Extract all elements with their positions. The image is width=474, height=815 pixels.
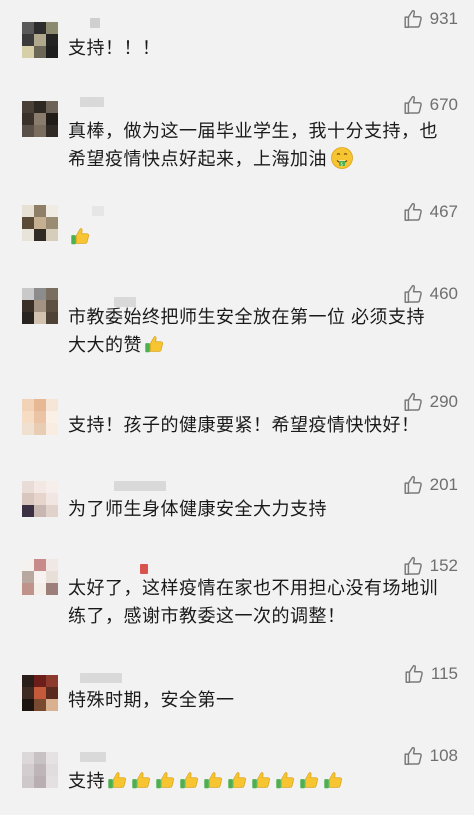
thumbs-up-emoji-icon xyxy=(322,769,344,791)
comment-text-content: 为了师生身体健康安全大力支持 xyxy=(68,499,327,519)
avatar[interactable] xyxy=(22,675,58,711)
thumbs-up-outline-icon xyxy=(402,745,424,767)
thumbs-up-emoji-icon xyxy=(154,769,176,791)
thumbs-up-emoji-icon xyxy=(226,769,248,791)
nickname-blurred[interactable] xyxy=(140,564,148,574)
avatar[interactable] xyxy=(22,22,58,58)
comment-text: 为了师生身体健康安全大力支持 xyxy=(68,495,440,523)
avatar[interactable] xyxy=(22,481,58,517)
comment-text-content: 市教委始终把师生安全放在第一位 必须支持大大的赞 xyxy=(68,307,425,355)
like-count: 670 xyxy=(429,95,458,114)
thumbs-up-emoji-icon xyxy=(178,769,200,791)
nickname-blurred[interactable] xyxy=(80,752,106,762)
like-button[interactable]: 201 xyxy=(402,474,458,496)
comment-text-content: 支持！孩子的健康要紧！希望疫情快快好！ xyxy=(68,415,420,435)
comment-text-content: 支持！！！ xyxy=(68,38,161,58)
thumbs-up-emoji-row xyxy=(105,771,345,791)
nickname-blurred[interactable] xyxy=(80,673,122,683)
thumbs-up-emoji-icon xyxy=(130,769,152,791)
nickname-blurred[interactable] xyxy=(92,206,104,216)
comment-text: 太好了，这样疫情在家也不用担心没有场地训练了，感谢市教委这一次的调整！ xyxy=(68,574,440,630)
avatar[interactable] xyxy=(22,101,58,137)
like-count: 115 xyxy=(430,664,458,683)
like-count: 201 xyxy=(429,475,458,494)
like-count: 467 xyxy=(429,202,458,221)
like-button[interactable]: 931 xyxy=(402,8,458,30)
thumbs-up-emoji-row xyxy=(142,335,166,355)
nickname-blurred[interactable] xyxy=(90,18,100,28)
avatar[interactable] xyxy=(22,559,58,595)
thumbs-up-outline-icon xyxy=(403,663,425,685)
comment-text-content: 真棒，做为这一届毕业学生，我十分支持，也希望疫情快点好起来，上海加油 xyxy=(68,121,438,169)
comment-text: 真棒，做为这一届毕业学生，我十分支持，也希望疫情快点好起来，上海加油 $ xyxy=(68,117,440,173)
thumbs-up-outline-icon xyxy=(402,8,424,30)
comment-text: 支持！孩子的健康要紧！希望疫情快快好！ xyxy=(68,411,440,439)
comment-text: 支持！！！ xyxy=(68,34,440,62)
like-count: 460 xyxy=(429,284,458,303)
thumbs-up-emoji-icon xyxy=(143,333,165,355)
nickname-blurred[interactable] xyxy=(114,481,166,491)
thumbs-up-emoji-icon xyxy=(106,769,128,791)
money-mouth-face-icon: $ xyxy=(330,146,354,170)
avatar[interactable] xyxy=(22,752,58,788)
like-button[interactable]: 670 xyxy=(402,94,458,116)
like-count: 931 xyxy=(429,9,458,28)
nickname-blurred[interactable] xyxy=(80,97,104,107)
like-count: 152 xyxy=(429,556,458,575)
thumbs-up-emoji-icon xyxy=(298,769,320,791)
thumbs-up-emoji-row xyxy=(68,227,92,247)
comment-text: 市教委始终把师生安全放在第一位 必须支持大大的赞 xyxy=(68,303,440,359)
like-button[interactable]: 460 xyxy=(402,283,458,305)
comment-text-content: 特殊时期，安全第一 xyxy=(68,690,235,710)
like-count: 290 xyxy=(429,392,458,411)
thumbs-up-outline-icon xyxy=(402,94,424,116)
thumbs-up-outline-icon xyxy=(402,283,424,305)
like-button[interactable]: 467 xyxy=(402,201,458,223)
comment-text xyxy=(68,223,440,251)
like-count: 108 xyxy=(429,746,458,765)
like-button[interactable]: 115 xyxy=(403,663,458,685)
thumbs-up-outline-icon xyxy=(402,391,424,413)
svg-text:$: $ xyxy=(340,161,343,166)
comment-text-content: 太好了，这样疫情在家也不用担心没有场地训练了，感谢市教委这一次的调整！ xyxy=(68,578,438,626)
like-button[interactable]: 108 xyxy=(402,745,458,767)
comment-text: 特殊时期，安全第一 xyxy=(68,686,440,714)
avatar[interactable] xyxy=(22,288,58,324)
thumbs-up-outline-icon xyxy=(402,474,424,496)
avatar[interactable] xyxy=(22,205,58,241)
comment-text: 支持 xyxy=(68,767,440,795)
thumbs-up-emoji-icon xyxy=(250,769,272,791)
thumbs-up-emoji-icon xyxy=(69,225,91,247)
thumbs-up-outline-icon xyxy=(402,201,424,223)
thumbs-up-emoji-icon xyxy=(202,769,224,791)
thumbs-up-emoji-icon xyxy=(274,769,296,791)
like-button[interactable]: 290 xyxy=(402,391,458,413)
comment-text-content: 支持 xyxy=(68,771,105,791)
avatar[interactable] xyxy=(22,399,58,435)
